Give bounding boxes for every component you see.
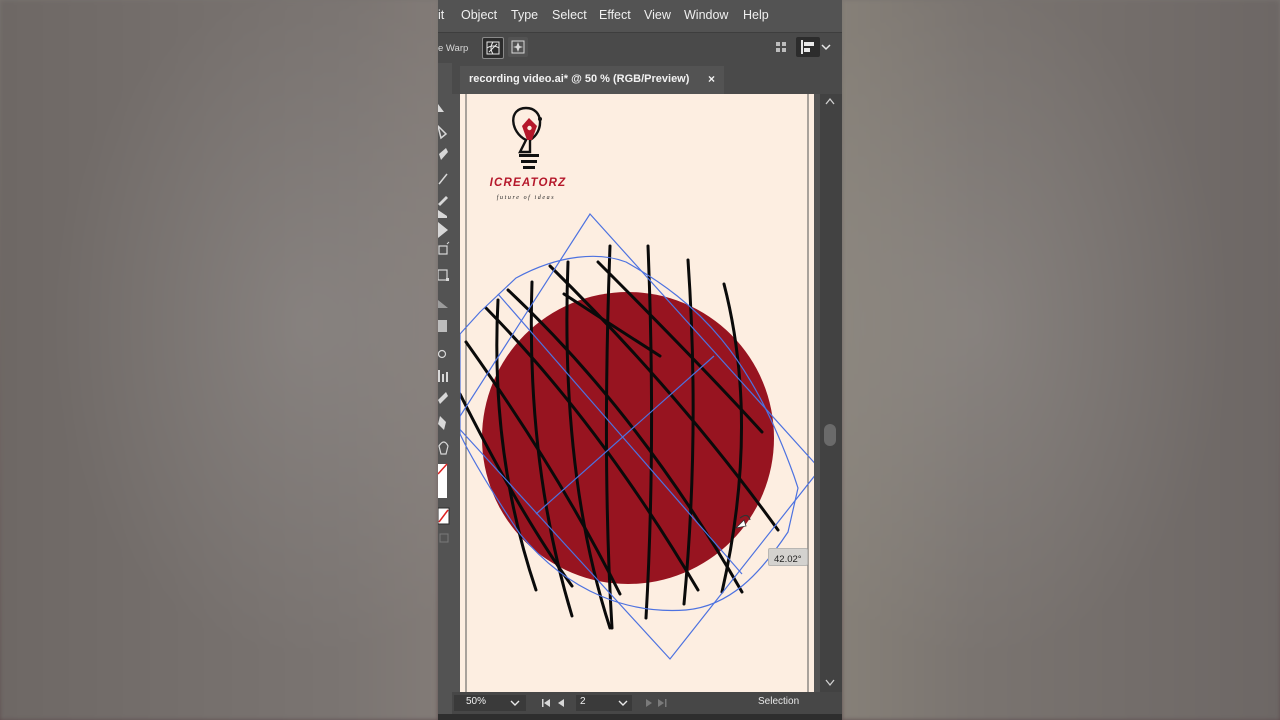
- artboard-nav-back: [542, 699, 564, 707]
- canvas-area[interactable]: ICREATORZ future of ideas 42.02°: [452, 94, 820, 692]
- previous-artboard-icon[interactable]: [558, 699, 564, 707]
- line-tool-icon[interactable]: [438, 173, 448, 185]
- tools-strip: [438, 104, 450, 543]
- align-grid-button[interactable]: [772, 37, 792, 57]
- blurred-background-right: [842, 0, 1280, 720]
- chevron-down-icon: [821, 44, 831, 51]
- close-icon[interactable]: ×: [708, 72, 715, 86]
- play-tool-icon[interactable]: [438, 222, 448, 238]
- drawing-mode-icon[interactable]: [439, 533, 449, 543]
- menu-view[interactable]: View: [644, 8, 671, 22]
- artwork: ICREATORZ future of ideas: [460, 94, 814, 692]
- last-artboard-icon[interactable]: [658, 699, 667, 707]
- hand-tool-icon[interactable]: [438, 441, 449, 455]
- artboard[interactable]: ICREATORZ future of ideas 42.02°: [460, 94, 814, 692]
- menu-object[interactable]: Object: [461, 8, 497, 22]
- chevron-down-icon[interactable]: [618, 695, 628, 711]
- vertical-scrollbar[interactable]: [820, 94, 842, 692]
- zoom-field[interactable]: 50%: [454, 695, 526, 711]
- envelope-warp-label[interactable]: e Warp: [438, 43, 468, 54]
- logo-tagline: future of ideas: [497, 194, 555, 201]
- align-left-icon: [801, 40, 814, 54]
- rotate-tool-icon[interactable]: [438, 241, 450, 255]
- blurred-background-left: [0, 0, 438, 720]
- menu-select[interactable]: Select: [552, 8, 587, 22]
- fill-stroke-swatch-icon[interactable]: [438, 463, 448, 498]
- rotation-value: 42.02°: [774, 554, 802, 565]
- menu-edit[interactable]: it: [438, 8, 444, 22]
- edit-envelope-button[interactable]: [482, 37, 504, 59]
- first-artboard-icon[interactable]: [542, 699, 550, 707]
- window-bottom-edge: [438, 714, 842, 720]
- lightbulb-logo-icon: [512, 106, 542, 169]
- menu-bar: it Object Type Select Effect View Window…: [438, 0, 842, 32]
- envelope-mesh-icon: [486, 41, 500, 55]
- menu-type[interactable]: Type: [511, 8, 538, 22]
- artboard-number-field[interactable]: 2: [576, 695, 632, 711]
- eraser-tool-icon[interactable]: [438, 416, 446, 430]
- selection-tool-icon[interactable]: [438, 104, 444, 112]
- zoom-value[interactable]: 50%: [466, 696, 486, 707]
- grid-icon: [776, 42, 786, 52]
- pen-tool-icon[interactable]: [439, 148, 448, 160]
- artboard-number[interactable]: 2: [580, 696, 586, 707]
- scroll-up-icon[interactable]: [825, 97, 835, 105]
- graph-tool-icon[interactable]: [438, 370, 448, 382]
- menu-effect[interactable]: Effect: [599, 8, 631, 22]
- align-left-button[interactable]: [796, 37, 820, 57]
- document-tab-title: recording video.ai* @ 50 % (RGB/Preview): [469, 73, 690, 85]
- free-transform-tool-icon[interactable]: [438, 269, 449, 281]
- next-artboard-icon[interactable]: [646, 699, 652, 707]
- edit-contents-button[interactable]: [508, 37, 528, 57]
- align-options-dropdown[interactable]: [820, 37, 832, 57]
- gradient-tool-icon[interactable]: [438, 320, 447, 332]
- chevron-down-icon[interactable]: [510, 695, 520, 711]
- tools-panel: [438, 94, 452, 704]
- control-bar: e Warp: [438, 32, 842, 63]
- shaper-tool-icon[interactable]: [438, 210, 447, 218]
- menu-window[interactable]: Window: [684, 8, 728, 22]
- status-bar: 50% 2 Selection: [452, 692, 842, 714]
- pencil-tool-icon[interactable]: [438, 196, 448, 206]
- edit-contents-icon: [511, 40, 525, 54]
- scroll-arrows: [825, 97, 835, 687]
- shape-builder-tool-icon[interactable]: [438, 300, 448, 308]
- direct-selection-tool-icon[interactable]: [438, 124, 448, 140]
- logo-title: ICREATORZ: [490, 177, 567, 189]
- menu-help[interactable]: Help: [743, 8, 769, 22]
- logo[interactable]: ICREATORZ future of ideas: [490, 106, 567, 201]
- document-tab-bar: recording video.ai* @ 50 % (RGB/Preview)…: [452, 62, 842, 94]
- document-tab[interactable]: recording video.ai* @ 50 % (RGB/Preview)…: [460, 66, 724, 94]
- scroll-down-icon[interactable]: [825, 679, 835, 687]
- slice-tool-icon[interactable]: [438, 392, 448, 404]
- rotation-readout: 42.02°: [768, 548, 808, 566]
- scrollbar-thumb[interactable]: [824, 424, 836, 446]
- current-tool-status[interactable]: Selection: [758, 696, 799, 707]
- eyedropper-tool-icon[interactable]: [438, 349, 447, 359]
- illustrator-window: it Object Type Select Effect View Window…: [438, 0, 842, 720]
- none-swatch-icon[interactable]: [438, 507, 450, 525]
- artboard-nav-forward: [646, 699, 667, 707]
